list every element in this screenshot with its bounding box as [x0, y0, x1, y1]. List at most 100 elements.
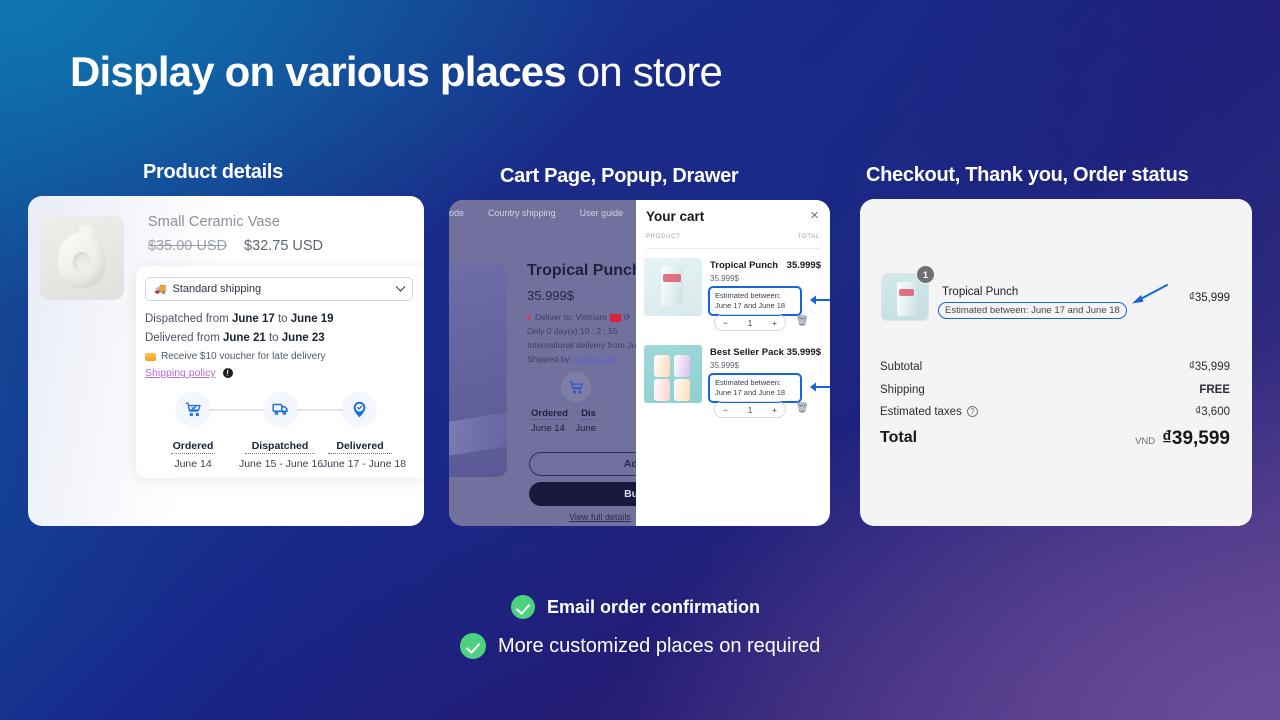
timeline-node-ordered [176, 392, 210, 426]
delivered-to: June 23 [281, 332, 325, 344]
vase-illustration [58, 224, 106, 288]
checkout-delivery-estimate: Estimated between: June 17 and June 18 [938, 302, 1127, 319]
column-heading-checkout: Checkout, Thank you, Order status [866, 164, 1189, 186]
bg-tl-dispatched-date: June [575, 423, 596, 434]
timeline-node-delivered [342, 392, 376, 426]
location-check-icon [342, 392, 376, 426]
bg-shipped-by-value[interactable]: Omega VN [574, 354, 616, 364]
nav-item-0[interactable]: ode [449, 208, 464, 218]
divider [646, 248, 820, 249]
page-title-regular: on store [565, 48, 723, 95]
help-icon[interactable]: ? [966, 406, 978, 417]
check-circle-icon [460, 633, 486, 659]
estimate-line-1: Estimated between: [715, 378, 781, 387]
summary-row-shipping: Shipping FREE [880, 384, 1230, 396]
timeline-label-dispatched: Dispatched [245, 440, 315, 454]
item-name: Tropical Punch [710, 260, 779, 271]
dot-icon [527, 315, 531, 320]
bg-deliver-to: Deliver to: Vietnam ⟳ [527, 312, 631, 323]
delivered-from: June 21 [222, 332, 266, 344]
item-quantity-badge: 1 [916, 265, 935, 284]
drawer-title: Your cart [646, 209, 705, 224]
qty-value: 1 [747, 404, 753, 415]
product-prices: $35.00 USD $32.75 USD [148, 238, 323, 254]
total-label: Total [880, 429, 918, 446]
total-amount-group: VND ₫39,599 [1135, 428, 1230, 450]
dispatched-from: June 17 [231, 313, 275, 325]
shipping-method-select[interactable]: 🚚 Standard shipping [145, 277, 413, 301]
trash-icon[interactable]: 🗑 [796, 316, 809, 327]
feature-bullet-label: Email order confirmation [547, 596, 761, 617]
checkout-item-name: Tropical Punch [942, 286, 1019, 298]
callout-arrow-icon [810, 382, 830, 392]
estimate-line-2: June 17 and June 18 [715, 301, 786, 311]
quantity-stepper[interactable]: − 1 + [714, 401, 786, 418]
cart-drawer-card: ode Country shipping User guide Changel … [449, 200, 830, 526]
feature-bullet-email: Email order confirmation [511, 595, 760, 619]
bg-cart-icon [561, 372, 591, 402]
dispatched-prefix: Dispatched from [145, 313, 232, 325]
vietnam-flag-icon [609, 313, 621, 322]
summary-label: Subtotal [880, 361, 923, 373]
bg-view-full-details[interactable]: View full details [569, 512, 631, 522]
item-delivery-estimate: Estimated between: June 17 and June 18 [708, 373, 802, 404]
bg-product-price: 35.999$ [527, 288, 574, 303]
cart-drawer: Your cart × PRODUCT TOTAL Tropical Punch… [636, 200, 830, 526]
page-title: Display on various places on store [70, 48, 723, 96]
cart-line-item: Best Seller Pack 35.999$ 35.999$ Estimat… [644, 345, 830, 429]
summary-label: Shipping [880, 384, 925, 396]
summary-row-taxes: Estimated taxes? ₫3,600 [880, 406, 1230, 418]
info-icon[interactable]: i [222, 368, 233, 378]
product-image [40, 216, 124, 300]
bg-tl-dispatched: Dis [581, 408, 596, 420]
summary-label: Estimated taxes [880, 406, 962, 418]
dispatched-line: Dispatched from June 17 to June 19 [145, 313, 334, 325]
bg-international: International delivery from Ju [527, 340, 637, 350]
bg-deliver-to-label: Deliver to: Vietnam [535, 312, 607, 322]
check-circle-icon [511, 595, 535, 619]
qty-increase-button[interactable]: + [772, 318, 777, 328]
shipping-method-label: Standard shipping [172, 283, 262, 295]
timeline-date-ordered: June 14 [174, 458, 212, 470]
item-thumbnail [644, 345, 702, 403]
checkout-card: 1 Tropical Punch Estimated between: June… [860, 199, 1252, 526]
item-total: 35.999$ [786, 260, 821, 271]
shipping-policy-label: Shipping policy [145, 367, 216, 379]
quantity-stepper[interactable]: − 1 + [714, 314, 786, 331]
bg-countdown: Only 0 day(s) 10 : 2 : 55 [527, 326, 618, 336]
nav-item-2[interactable]: User guide [580, 208, 624, 218]
dispatched-to: June 19 [290, 313, 334, 325]
timeline-label-ordered: Ordered [171, 440, 215, 454]
price-current: $32.75 USD [244, 238, 324, 254]
close-icon[interactable]: × [808, 208, 821, 223]
bg-tl-ordered: Ordered [531, 408, 568, 420]
estimate-line-2: June 17 and June 18 [715, 388, 786, 398]
item-name: Best Seller Pack [710, 347, 784, 358]
qty-decrease-button[interactable]: − [723, 405, 728, 415]
column-heading-product-details: Product details [143, 161, 283, 183]
item-thumbnail [644, 258, 702, 316]
qty-decrease-button[interactable]: − [723, 318, 728, 328]
estimate-line-1: Estimated between: [715, 291, 781, 300]
dispatched-mid: to [274, 313, 291, 325]
summary-label-wrap: Estimated taxes? [880, 406, 978, 418]
summary-row-subtotal: Subtotal ₫35,999 [880, 361, 1230, 373]
voucher-icon [145, 352, 156, 361]
callout-arrow-icon [1132, 284, 1168, 304]
page-title-bold: Display on various places [70, 48, 567, 95]
bg-product-title: Tropical Punch [527, 262, 642, 279]
shipping-policy-link[interactable]: Shipping policy i [145, 367, 233, 379]
trash-icon[interactable]: 🗑 [796, 403, 809, 414]
voucher-text: Receive $10 voucher for late delivery [161, 351, 326, 362]
qty-increase-button[interactable]: + [772, 405, 777, 415]
voucher-line: Receive $10 voucher for late delivery [145, 351, 326, 362]
feature-bullet-custom: More customized places on required [460, 633, 820, 659]
bg-shipped-by-label: Shipped by: [527, 354, 575, 364]
nav-item-1[interactable]: Country shipping [488, 208, 556, 218]
timeline-label-delivered: Delivered [328, 440, 392, 454]
col-product: PRODUCT [646, 234, 681, 240]
drawer-column-headers: PRODUCT TOTAL [646, 234, 820, 240]
currency-code: VND [1135, 436, 1156, 447]
summary-value: FREE [1199, 384, 1230, 396]
chevron-down-icon [395, 281, 406, 292]
